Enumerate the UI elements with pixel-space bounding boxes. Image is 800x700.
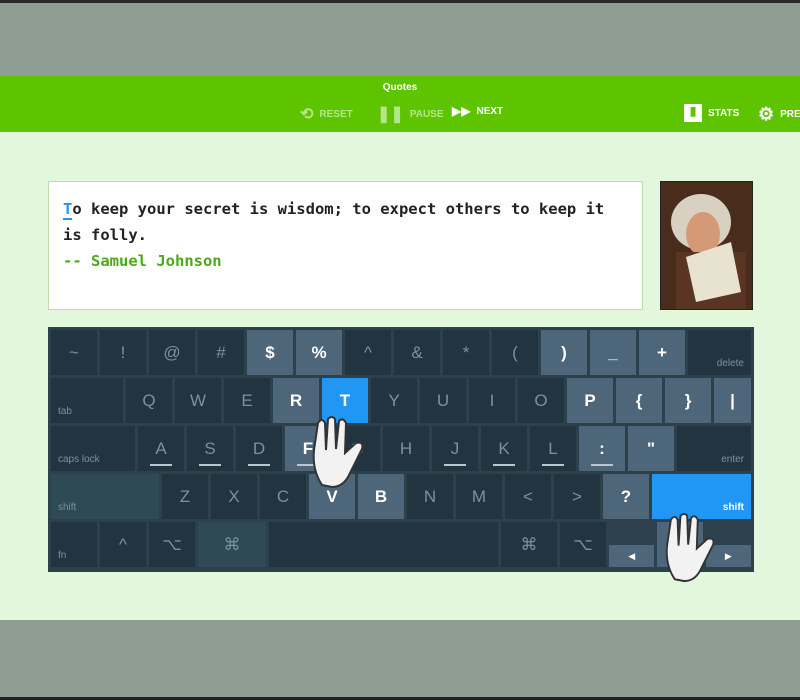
- cursor-char: T: [63, 200, 73, 220]
- home-row-marker: [248, 464, 270, 466]
- key[interactable]: #: [198, 330, 244, 375]
- key[interactable]: W: [175, 378, 221, 423]
- quote-text: o keep your secret is wisdom; to expect …: [63, 200, 605, 244]
- key[interactable]: P: [567, 378, 613, 423]
- left-arrow-key[interactable]: ◀: [609, 545, 655, 567]
- left-hand-icon: [312, 416, 364, 489]
- tab-key[interactable]: tab: [51, 378, 123, 423]
- right-hand-icon: [665, 512, 715, 583]
- key[interactable]: ): [541, 330, 587, 375]
- toolbar: Quotes ⟲ RESET ❚❚ PAUSE ▶▶ NEXT ▮ STATS ⚙ PRE: [0, 76, 800, 132]
- home-row-marker: [444, 464, 466, 466]
- keyboard: ~! @ # $% ^ & *() _ + delete tab Q W E R T Y U I O P{} | caps …: [48, 327, 754, 572]
- key[interactable]: S: [187, 426, 233, 471]
- keyboard-row: fn^⌥⌘⌘⌥◀▲▶: [51, 522, 751, 567]
- key[interactable]: |: [714, 378, 751, 423]
- key[interactable]: !: [100, 330, 146, 375]
- key[interactable]: {: [616, 378, 662, 423]
- control-key[interactable]: ^: [100, 522, 146, 567]
- shift-left-key[interactable]: shift: [51, 474, 159, 519]
- author-portrait: [660, 181, 753, 310]
- keyboard-row: tab Q W E R T Y U I O P{} |: [51, 378, 751, 423]
- key[interactable]: *: [443, 330, 489, 375]
- home-row-marker: [150, 464, 172, 466]
- keyboard-row: ~! @ # $% ^ & *() _ + delete: [51, 330, 751, 375]
- option-right-key[interactable]: ⌥: [560, 522, 606, 567]
- key[interactable]: <: [505, 474, 551, 519]
- key[interactable]: Y: [371, 378, 417, 423]
- key[interactable]: :: [579, 426, 625, 471]
- key[interactable]: D: [236, 426, 282, 471]
- key[interactable]: N: [407, 474, 453, 519]
- space-key[interactable]: [269, 522, 498, 567]
- key[interactable]: E: [224, 378, 270, 423]
- key[interactable]: Z: [162, 474, 208, 519]
- stats-button[interactable]: ▮ STATS: [684, 104, 739, 122]
- key[interactable]: Q: [126, 378, 172, 423]
- background-top: [0, 0, 800, 76]
- next-button[interactable]: ▶▶ NEXT: [452, 104, 503, 118]
- key[interactable]: C: [260, 474, 306, 519]
- preferences-button[interactable]: ⚙ PRE: [758, 104, 800, 125]
- key[interactable]: }: [665, 378, 711, 423]
- key[interactable]: %: [296, 330, 342, 375]
- key[interactable]: +: [639, 330, 685, 375]
- keyboard-row: caps lockASDFGHJKL:"enter: [51, 426, 751, 471]
- key[interactable]: L: [530, 426, 576, 471]
- command-right-key[interactable]: ⌘: [501, 522, 557, 567]
- key[interactable]: H: [383, 426, 429, 471]
- home-row-marker: [591, 464, 613, 466]
- fn-key[interactable]: fn: [51, 522, 97, 567]
- key[interactable]: ?: [603, 474, 649, 519]
- home-row-marker: [493, 464, 515, 466]
- key[interactable]: A: [138, 426, 184, 471]
- keyboard-row: shift Z X C V B N M < >? shift: [51, 474, 751, 519]
- pause-icon: ❚❚: [377, 106, 404, 123]
- command-key[interactable]: ⌘: [198, 522, 266, 567]
- quote-author: -- Samuel Johnson: [63, 252, 222, 270]
- toolbar-title: Quotes: [382, 82, 418, 93]
- delete-key[interactable]: delete: [688, 330, 751, 375]
- home-row-marker: [542, 464, 564, 466]
- key[interactable]: M: [456, 474, 502, 519]
- option-key[interactable]: ⌥: [149, 522, 195, 567]
- key[interactable]: $: [247, 330, 293, 375]
- key[interactable]: ": [628, 426, 674, 471]
- enter-key[interactable]: enter: [677, 426, 751, 471]
- key[interactable]: U: [420, 378, 466, 423]
- reset-button[interactable]: ⟲ RESET: [300, 104, 353, 124]
- reset-icon: ⟲: [300, 106, 314, 123]
- key[interactable]: ~: [51, 330, 97, 375]
- home-row-marker: [199, 464, 221, 466]
- key[interactable]: >: [554, 474, 600, 519]
- key[interactable]: ^: [345, 330, 391, 375]
- gear-icon: ⚙: [758, 104, 775, 124]
- key[interactable]: K: [481, 426, 527, 471]
- key[interactable]: _: [590, 330, 636, 375]
- key[interactable]: O: [518, 378, 564, 423]
- key[interactable]: &: [394, 330, 440, 375]
- key[interactable]: (: [492, 330, 538, 375]
- background-bottom: [0, 620, 800, 700]
- quote-box[interactable]: To keep your secret is wisdom; to expect…: [48, 181, 643, 310]
- pause-button[interactable]: ❚❚ PAUSE: [377, 104, 444, 124]
- stats-icon: ▮: [684, 104, 702, 122]
- key[interactable]: I: [469, 378, 515, 423]
- key[interactable]: X: [211, 474, 257, 519]
- next-icon: ▶▶: [452, 104, 471, 118]
- caps-lock-key[interactable]: caps lock: [51, 426, 135, 471]
- key[interactable]: @: [149, 330, 195, 375]
- key[interactable]: J: [432, 426, 478, 471]
